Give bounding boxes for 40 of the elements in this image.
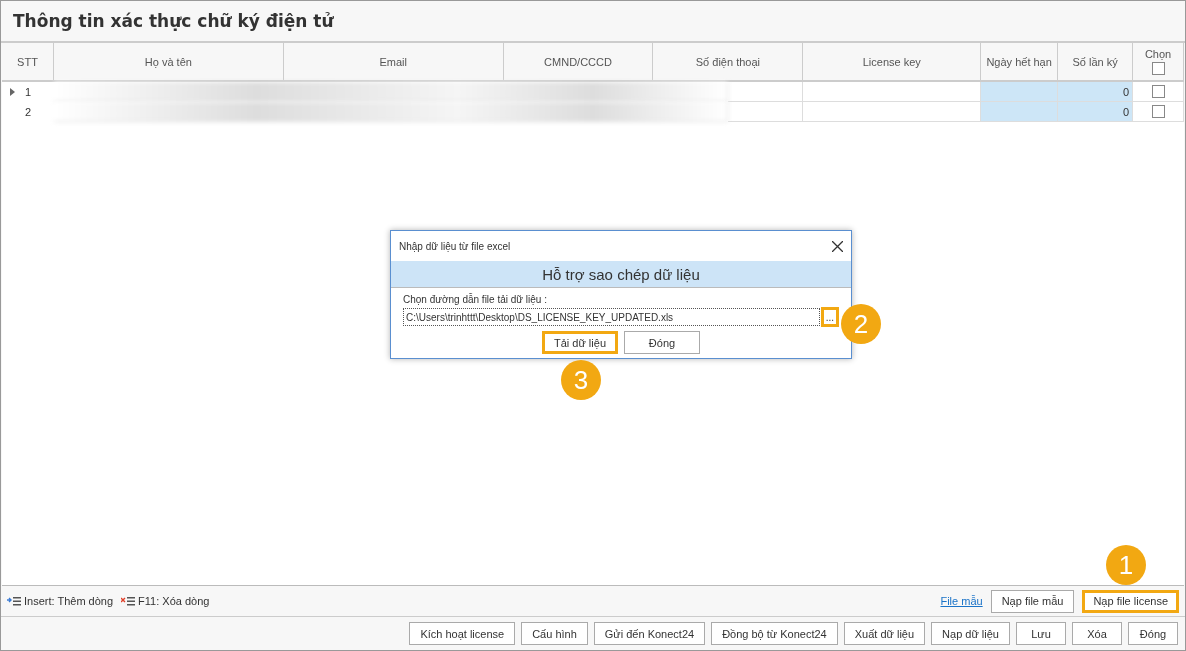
dialog-button[interactable]: Đóng [624,331,700,354]
column-header[interactable]: STT [17,55,38,68]
action-button[interactable]: Gửi đến Konect24 [593,622,706,645]
column-header[interactable]: Số điện thoại [695,55,760,68]
action-button[interactable]: Kích hoạt license [409,622,516,645]
action-button[interactable]: Nạp dữ liệu [931,622,1010,645]
row-number: 1 [24,86,32,98]
table-cell: 0 [1058,82,1134,102]
action-button[interactable]: Đóng [1128,622,1178,645]
checkbox[interactable] [1151,105,1165,118]
action-button[interactable]: Cấu hình [521,622,588,645]
field-label: Chọn đường dẫn file tải dữ liệu : [403,294,548,305]
column-header[interactable]: License key [862,55,921,68]
row-number: 2 [24,106,32,118]
insert-row-icon [7,596,21,606]
checkbox[interactable] [1151,85,1165,98]
column-header[interactable]: Chọn [1144,48,1172,60]
close-icon[interactable] [832,240,843,252]
toolbar-button[interactable]: Nạp file mẫu [990,589,1075,613]
column-header[interactable]: CMND/CCCD [544,55,612,68]
column-header[interactable]: Ngày hết hạn [986,55,1052,68]
column-header[interactable]: Số lần ký [1072,55,1118,68]
dialog-title: Nhập dữ liệu từ file excel [399,240,511,252]
action-button[interactable]: Đồng bộ từ Konect24 [711,622,838,645]
delete-row-icon [121,596,136,606]
dialog-button[interactable]: Tải dữ liệu [542,331,618,354]
file-path-field[interactable]: C:\Users\trinhttt\Desktop\DS_LICENSE_KEY_UPDATED.xls [403,308,820,326]
table-cell: 0 [1058,102,1134,122]
column-header[interactable]: Email [379,55,407,68]
action-button[interactable]: Xuất dữ liệu [843,622,926,645]
dialog-heading: Hỗ trợ sao chép dữ liệu [391,261,851,288]
action-button[interactable]: Xóa [1072,622,1122,645]
action-button[interactable]: Lưu [1016,622,1066,645]
toolbar-button[interactable]: Nạp file license [1082,589,1179,613]
column-header[interactable]: Họ và tên [144,55,192,68]
checkbox[interactable] [1151,62,1165,75]
template-link[interactable]: File mẫu [940,595,983,607]
browse-button[interactable]: ... [820,307,839,327]
shortcut-hint: F11: Xóa dòng [138,595,210,607]
shortcut-hint: Insert: Thêm dòng [24,595,114,607]
